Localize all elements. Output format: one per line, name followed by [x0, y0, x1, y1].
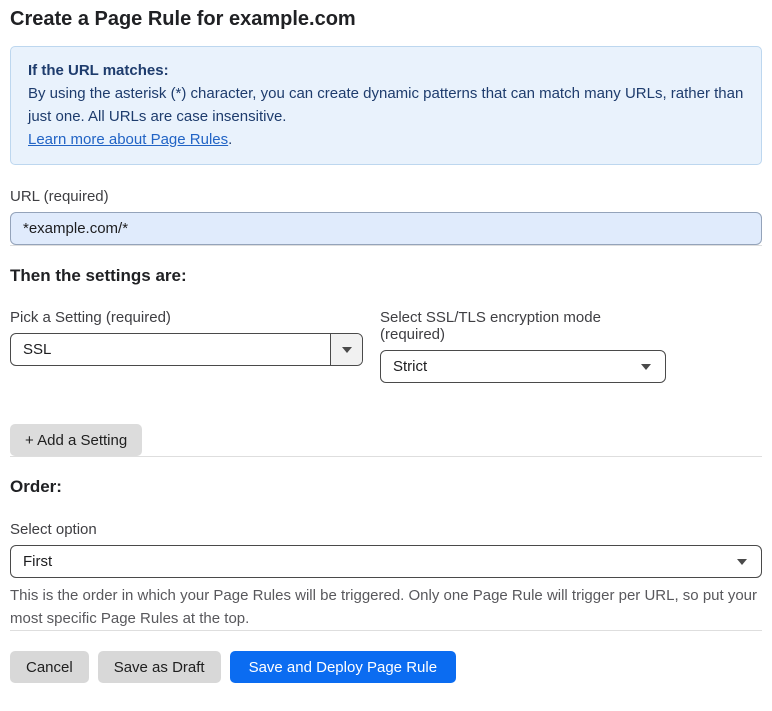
ssl-mode-label: Select SSL/TLS encryption mode (required… [380, 309, 601, 343]
order-heading: Order: [10, 477, 62, 496]
url-match-info-box: If the URL matches: By using the asteris… [10, 46, 762, 165]
settings-heading: Then the settings are: [10, 266, 187, 285]
ssl-mode-select[interactable]: Strict [380, 350, 666, 383]
pick-setting-group: Pick a Setting (required) SSL [10, 309, 363, 383]
save-deploy-button[interactable]: Save and Deploy Page Rule [229, 651, 457, 683]
info-box-link-line: Learn more about Page Rules. [28, 128, 744, 151]
add-setting-button[interactable]: + Add a Setting [10, 424, 143, 456]
create-page-rule-page: Create a Page Rule for example.com If th… [0, 0, 772, 683]
pick-setting-dropdown-button[interactable] [330, 334, 362, 365]
pick-setting-label: Pick a Setting (required) [10, 309, 171, 326]
settings-selects-row: Pick a Setting (required) SSL Select SSL… [10, 309, 762, 383]
info-box-heading: If the URL matches: [28, 62, 169, 79]
ssl-mode-value: Strict [393, 358, 428, 375]
order-select[interactable]: First [10, 545, 762, 578]
info-box-body: By using the asterisk (*) character, you… [28, 85, 744, 125]
chevron-down-icon [737, 558, 747, 565]
footer-actions: Cancel Save as Draft Save and Deploy Pag… [10, 651, 762, 683]
cancel-button[interactable]: Cancel [10, 651, 89, 683]
url-label: URL (required) [10, 188, 109, 205]
learn-more-link[interactable]: Learn more about Page Rules [28, 131, 228, 148]
chevron-down-icon [341, 346, 352, 353]
url-input[interactable] [10, 212, 762, 245]
page-title: Create a Page Rule for example.com [10, 8, 356, 30]
order-select-value: First [23, 553, 53, 570]
section-divider [10, 245, 762, 246]
order-select-label: Select option [10, 521, 97, 538]
order-select-group: Select option First [10, 521, 762, 578]
pick-setting-select[interactable]: SSL [10, 333, 363, 366]
chevron-down-icon [641, 363, 651, 370]
pick-setting-value: SSL [23, 341, 52, 358]
section-divider [10, 630, 762, 631]
link-period: . [228, 131, 233, 148]
order-help-text: This is the order in which your Page Rul… [10, 587, 758, 627]
section-divider [10, 456, 762, 457]
url-field-group: URL (required) [10, 188, 762, 245]
ssl-mode-group: Select SSL/TLS encryption mode (required… [380, 309, 666, 383]
save-draft-button[interactable]: Save as Draft [97, 651, 221, 683]
